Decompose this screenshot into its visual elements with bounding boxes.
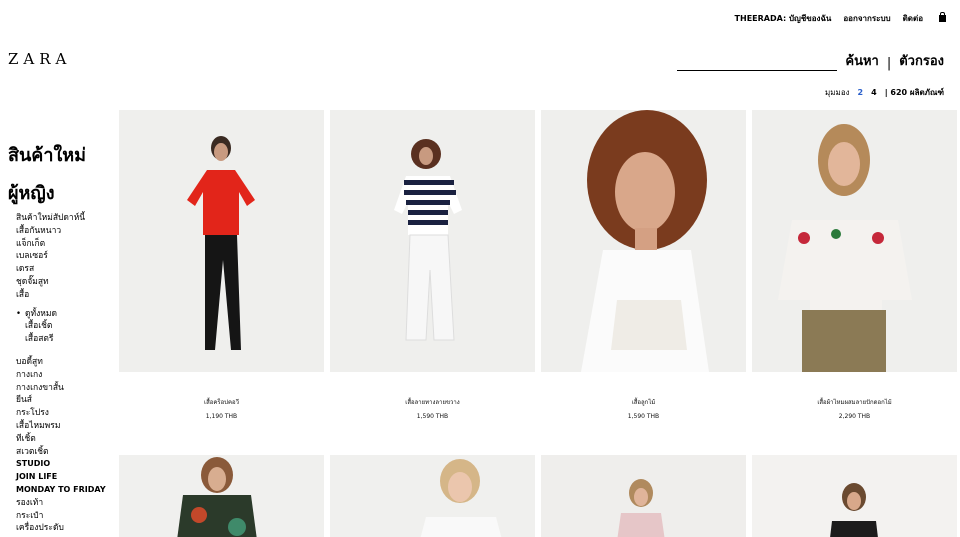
product-price: 2,290 THB <box>838 413 871 420</box>
product-name[interactable]: เสื้อลูกไม้ <box>541 397 746 407</box>
search-input[interactable] <box>677 57 838 71</box>
sidebar-item[interactable]: กระเป๋า <box>16 510 118 523</box>
sidebar-subitem[interactable]: เสื้อสตรี <box>16 333 118 346</box>
sidebar-item[interactable]: STUDIO <box>16 458 118 471</box>
product-price: 1,590 THB <box>416 413 449 420</box>
product-image[interactable] <box>752 110 957 372</box>
product-card[interactable]: เสื้อลายทางลายขวาง 1,590 THB <box>330 110 535 420</box>
sidebar-item[interactable]: กางเกง <box>16 369 118 382</box>
view-options: มุมมอง 2 4 | 620 ผลิตภัณฑ์ <box>825 86 944 99</box>
product-price: 1,590 THB <box>627 413 660 420</box>
sidebar-item[interactable]: เสื้อกันหนาว <box>16 225 118 238</box>
sidebar-new[interactable]: สินค้าใหม่ <box>8 146 118 166</box>
sidebar-item[interactable]: ชุดจั๊มสูท <box>16 276 118 289</box>
product-image[interactable] <box>119 455 324 537</box>
sidebar-item[interactable]: สินค้าใหม่สัปดาห์นี้ <box>16 212 118 225</box>
view-2-columns[interactable]: 2 <box>858 88 864 97</box>
top-utility-bar: THEERADA: บัญชีของฉัน ออกจากระบบ ติดต่อ <box>735 12 946 25</box>
sidebar-item[interactable]: เครื่องประดับ <box>16 522 118 535</box>
sidebar-item[interactable]: เดรส <box>16 263 118 276</box>
sidebar-item[interactable]: รองเท้า <box>16 497 118 510</box>
filter-button[interactable]: ตัวกรอง <box>899 50 944 71</box>
sidebar-item[interactable]: กางเกงขาสั้น <box>16 382 118 395</box>
sidebar-item[interactable]: เบลเซอร์ <box>16 250 118 263</box>
product-price: 1,190 THB <box>205 413 238 420</box>
product-card[interactable]: เสื้อลูกไม้ 1,590 THB <box>541 110 746 420</box>
sidebar-item[interactable]: บอดี้สูท <box>16 356 118 369</box>
product-image[interactable] <box>541 455 746 537</box>
product-count: | 620 ผลิตภัณฑ์ <box>884 88 944 97</box>
product-image[interactable] <box>330 110 535 372</box>
category-sidebar: สินค้าใหม่ ผู้หญิง สินค้าใหม่สัปดาห์นี้ … <box>8 146 118 535</box>
product-image[interactable] <box>330 455 535 537</box>
sidebar-item[interactable]: MONDAY TO FRIDAY <box>16 484 118 497</box>
product-image[interactable] <box>119 110 324 372</box>
product-image[interactable] <box>752 455 957 537</box>
product-name[interactable]: เสื้อลายทางลายขวาง <box>330 397 535 407</box>
sidebar-item[interactable]: ทีเชิ้ต <box>16 433 118 446</box>
product-image[interactable] <box>541 110 746 372</box>
product-name[interactable]: เสื้อคร็อปคอวี <box>119 397 324 407</box>
product-grid-row-2 <box>119 455 957 537</box>
product-card[interactable]: เสื้อคร็อปคอวี 1,190 THB <box>119 110 324 420</box>
account-link[interactable]: THEERADA: บัญชีของฉัน <box>735 12 832 25</box>
sidebar-item[interactable]: สเวตเชิ้ต <box>16 446 118 459</box>
shopping-bag-icon[interactable] <box>939 12 946 22</box>
view-label: มุมมอง <box>825 88 850 97</box>
search-button[interactable]: ค้นหา <box>845 50 878 71</box>
view-4-columns[interactable]: 4 <box>871 88 877 97</box>
logout-link[interactable]: ออกจากระบบ <box>843 12 890 25</box>
product-card[interactable]: เสื้อผ้าไหมผสมลายปักดอกไม้ 2,290 THB <box>752 110 957 420</box>
sidebar-item[interactable]: ยีนส์ <box>16 394 118 407</box>
sidebar-subitem[interactable]: เสื้อเชิ้ต <box>16 320 118 333</box>
sidebar-item[interactable]: เสื้อ <box>16 289 118 302</box>
zara-logo[interactable]: ZARA <box>8 50 71 68</box>
sidebar-item[interactable]: กระโปรง <box>16 407 118 420</box>
search-filter-bar: ค้นหา | ตัวกรอง <box>677 50 944 71</box>
sidebar-item[interactable]: JOIN LIFE <box>16 471 118 484</box>
contact-link[interactable]: ติดต่อ <box>903 12 923 25</box>
product-name[interactable]: เสื้อผ้าไหมผสมลายปักดอกไม้ <box>752 397 957 407</box>
sidebar-item[interactable]: เสื้อไหมพรม <box>16 420 118 433</box>
product-grid: เสื้อคร็อปคอวี 1,190 THB เสื้อลายทางลายข… <box>119 110 957 420</box>
sidebar-subitem-all[interactable]: ดูทั้งหมด <box>16 308 118 321</box>
sidebar-women[interactable]: ผู้หญิง <box>8 184 118 204</box>
sidebar-item[interactable]: แจ็กเก็ต <box>16 238 118 251</box>
separator: | <box>886 56 892 71</box>
